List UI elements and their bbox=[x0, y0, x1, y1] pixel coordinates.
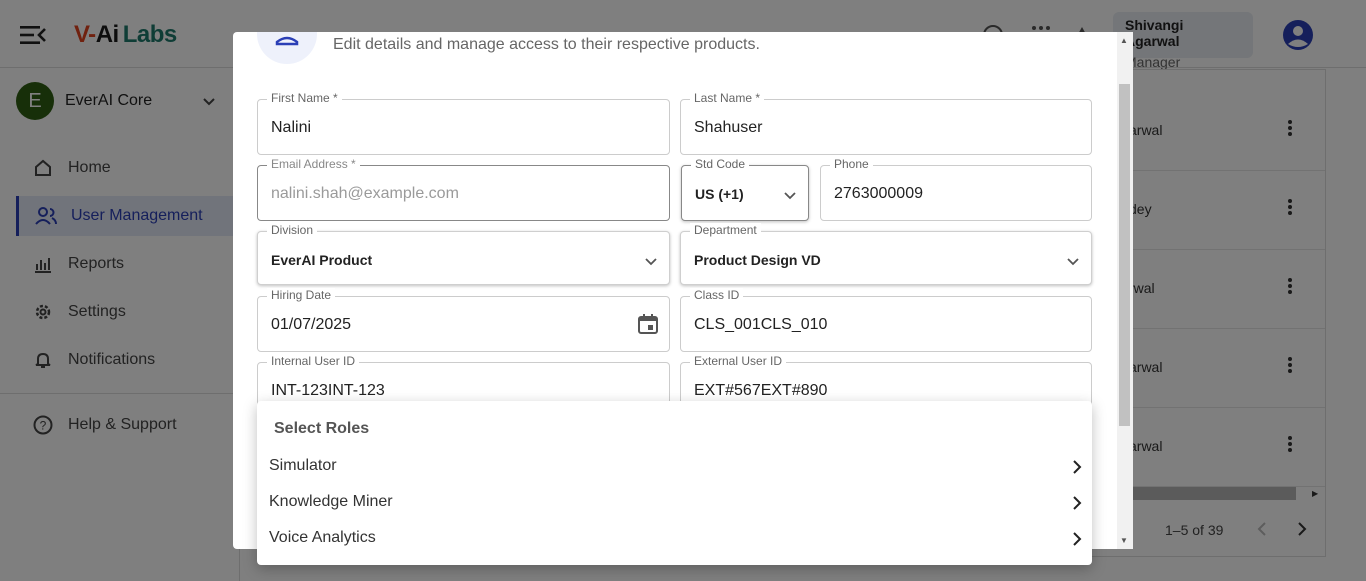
division-select[interactable]: Division EverAI Product bbox=[257, 223, 670, 285]
phone-field[interactable]: Phone 2763000009 bbox=[820, 157, 1092, 221]
chevron-right-icon bbox=[1072, 531, 1082, 552]
scroll-up-arrow-icon[interactable]: ▲ bbox=[1120, 36, 1128, 45]
modal-subtitle: Edit details and manage access to their … bbox=[333, 36, 760, 53]
department-select[interactable]: Department Product Design VD bbox=[680, 223, 1092, 285]
scroll-down-arrow-icon[interactable]: ▼ bbox=[1120, 536, 1128, 545]
hiring-date-field[interactable]: Hiring Date 01/07/2025 bbox=[257, 288, 670, 352]
roles-title: Select Roles bbox=[274, 420, 370, 437]
user-edit-icon bbox=[257, 32, 317, 64]
chevron-right-icon bbox=[1072, 459, 1082, 480]
role-item-simulator[interactable]: Simulator bbox=[257, 449, 1092, 485]
chevron-down-icon bbox=[645, 253, 657, 271]
chevron-down-icon bbox=[784, 187, 796, 205]
last-name-field[interactable]: Last Name * Shahuser bbox=[680, 91, 1092, 155]
role-item-voice-analytics[interactable]: Voice Analytics bbox=[257, 521, 1092, 557]
chevron-down-icon bbox=[1067, 253, 1079, 271]
chevron-right-icon bbox=[1072, 495, 1082, 516]
modal-scrollbar-thumb[interactable] bbox=[1119, 84, 1130, 426]
first-name-field[interactable]: First Name * Nalini bbox=[257, 91, 670, 155]
class-id-field[interactable]: Class ID CLS_001CLS_010 bbox=[680, 288, 1092, 352]
email-field[interactable]: Email Address * nalini.shah@example.com bbox=[257, 157, 670, 221]
role-item-knowledge-miner[interactable]: Knowledge Miner bbox=[257, 485, 1092, 521]
std-code-select[interactable]: Std Code US (+1) bbox=[681, 157, 809, 221]
calendar-icon[interactable] bbox=[637, 313, 659, 340]
select-roles-dropdown: Select Roles Simulator Knowledge Miner V… bbox=[257, 401, 1092, 565]
